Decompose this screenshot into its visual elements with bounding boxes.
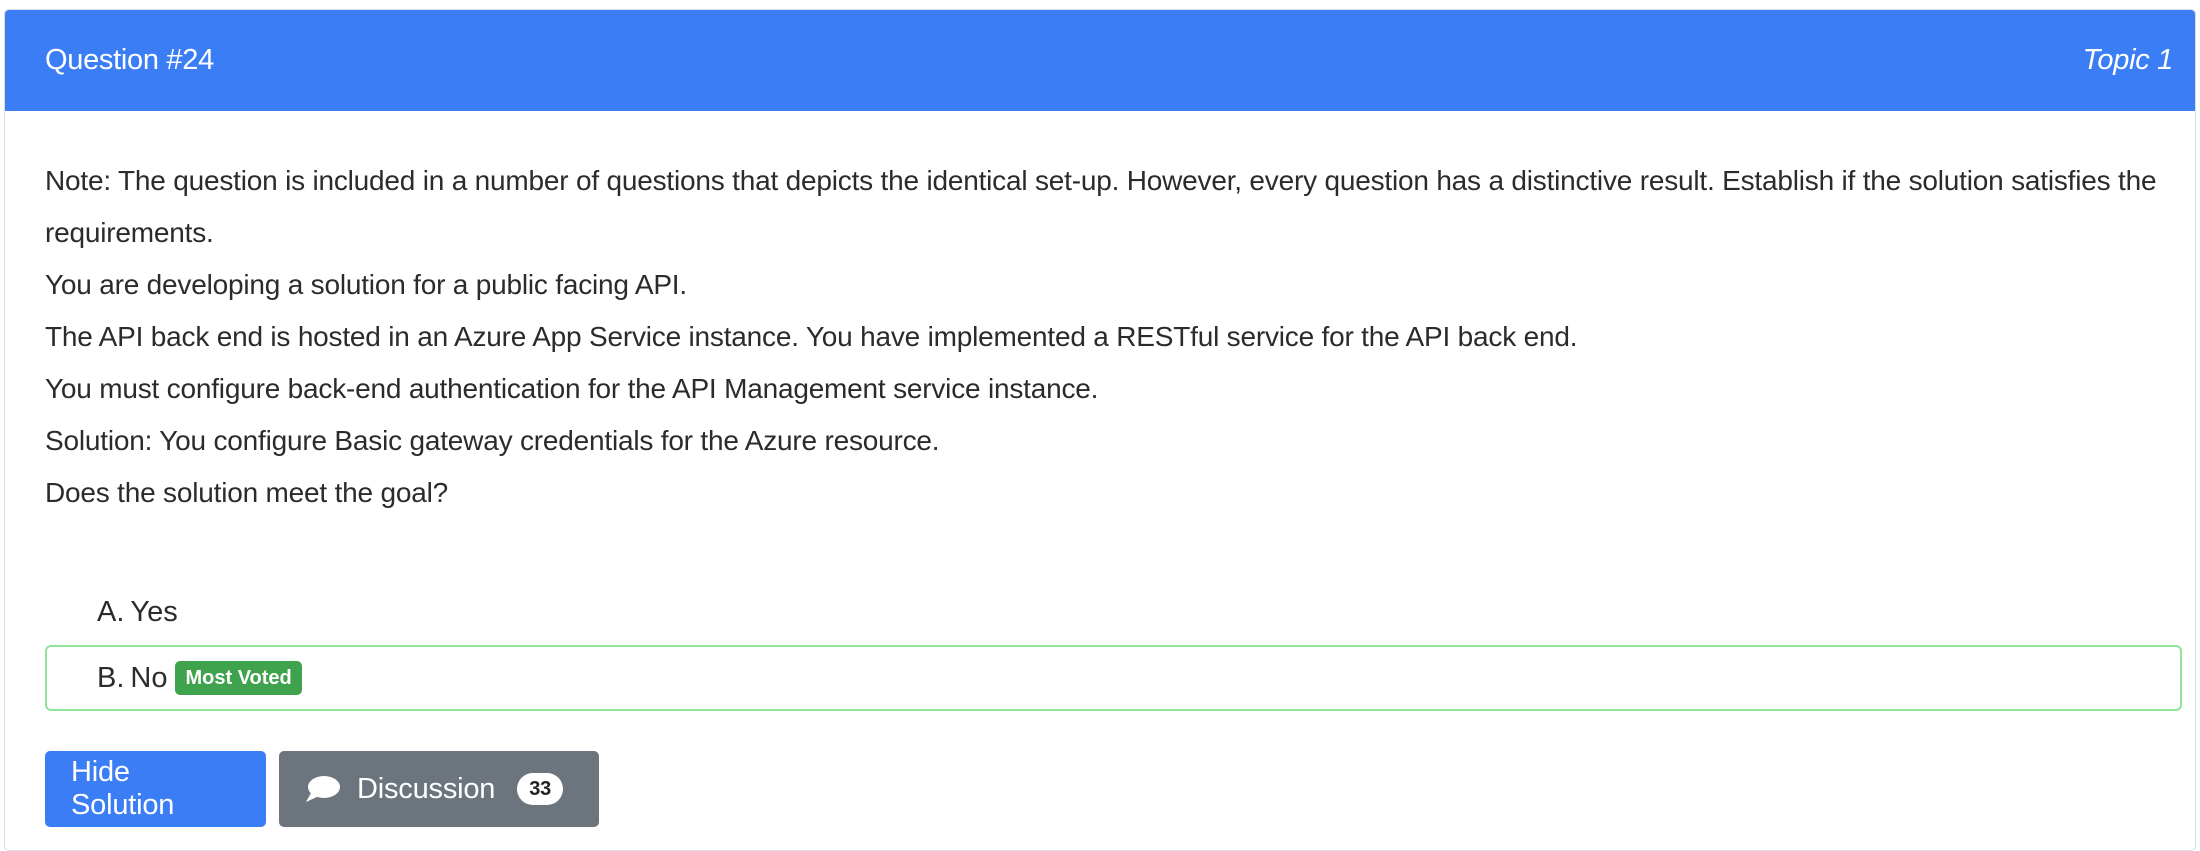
- question-header: Question #24 Topic 1: [5, 10, 2195, 111]
- discussion-count-badge: 33: [517, 773, 564, 805]
- hide-solution-label: Hide Solution: [71, 756, 175, 821]
- actions-bar: Hide Solution Discussion 33: [45, 751, 2195, 827]
- question-card: Question #24 Topic 1 Note: The question …: [4, 9, 2196, 851]
- question-text: Note: The question is included in a numb…: [45, 155, 2195, 519]
- topic-label: Topic 1: [2082, 44, 2174, 76]
- question-number: Question #24: [45, 44, 214, 76]
- choice-a[interactable]: A. Yes: [45, 579, 2182, 645]
- question-paragraph: Solution: You configure Basic gateway cr…: [45, 425, 940, 456]
- question-paragraph: The API back end is hosted in an Azure A…: [45, 321, 1578, 352]
- question-body: Note: The question is included in a numb…: [5, 111, 2195, 827]
- choice-text: No: [130, 661, 168, 694]
- choices-list: A. Yes B. No Most Voted: [45, 579, 2182, 711]
- question-paragraph: Note: The question is included in a numb…: [45, 165, 2157, 248]
- discussion-button[interactable]: Discussion 33: [279, 751, 599, 827]
- comment-icon: [303, 774, 343, 804]
- question-paragraph: You must configure back-end authenticati…: [45, 373, 1099, 404]
- choice-text: Yes: [130, 595, 178, 628]
- discussion-label: Discussion: [357, 772, 496, 805]
- hide-solution-button[interactable]: Hide Solution: [45, 751, 266, 827]
- question-paragraph: Does the solution meet the goal?: [45, 477, 448, 508]
- choice-letter: A.: [97, 595, 125, 628]
- choice-b[interactable]: B. No Most Voted: [45, 645, 2182, 711]
- choice-letter: B.: [97, 661, 125, 694]
- most-voted-badge: Most Voted: [175, 661, 302, 695]
- question-paragraph: You are developing a solution for a publ…: [45, 269, 687, 300]
